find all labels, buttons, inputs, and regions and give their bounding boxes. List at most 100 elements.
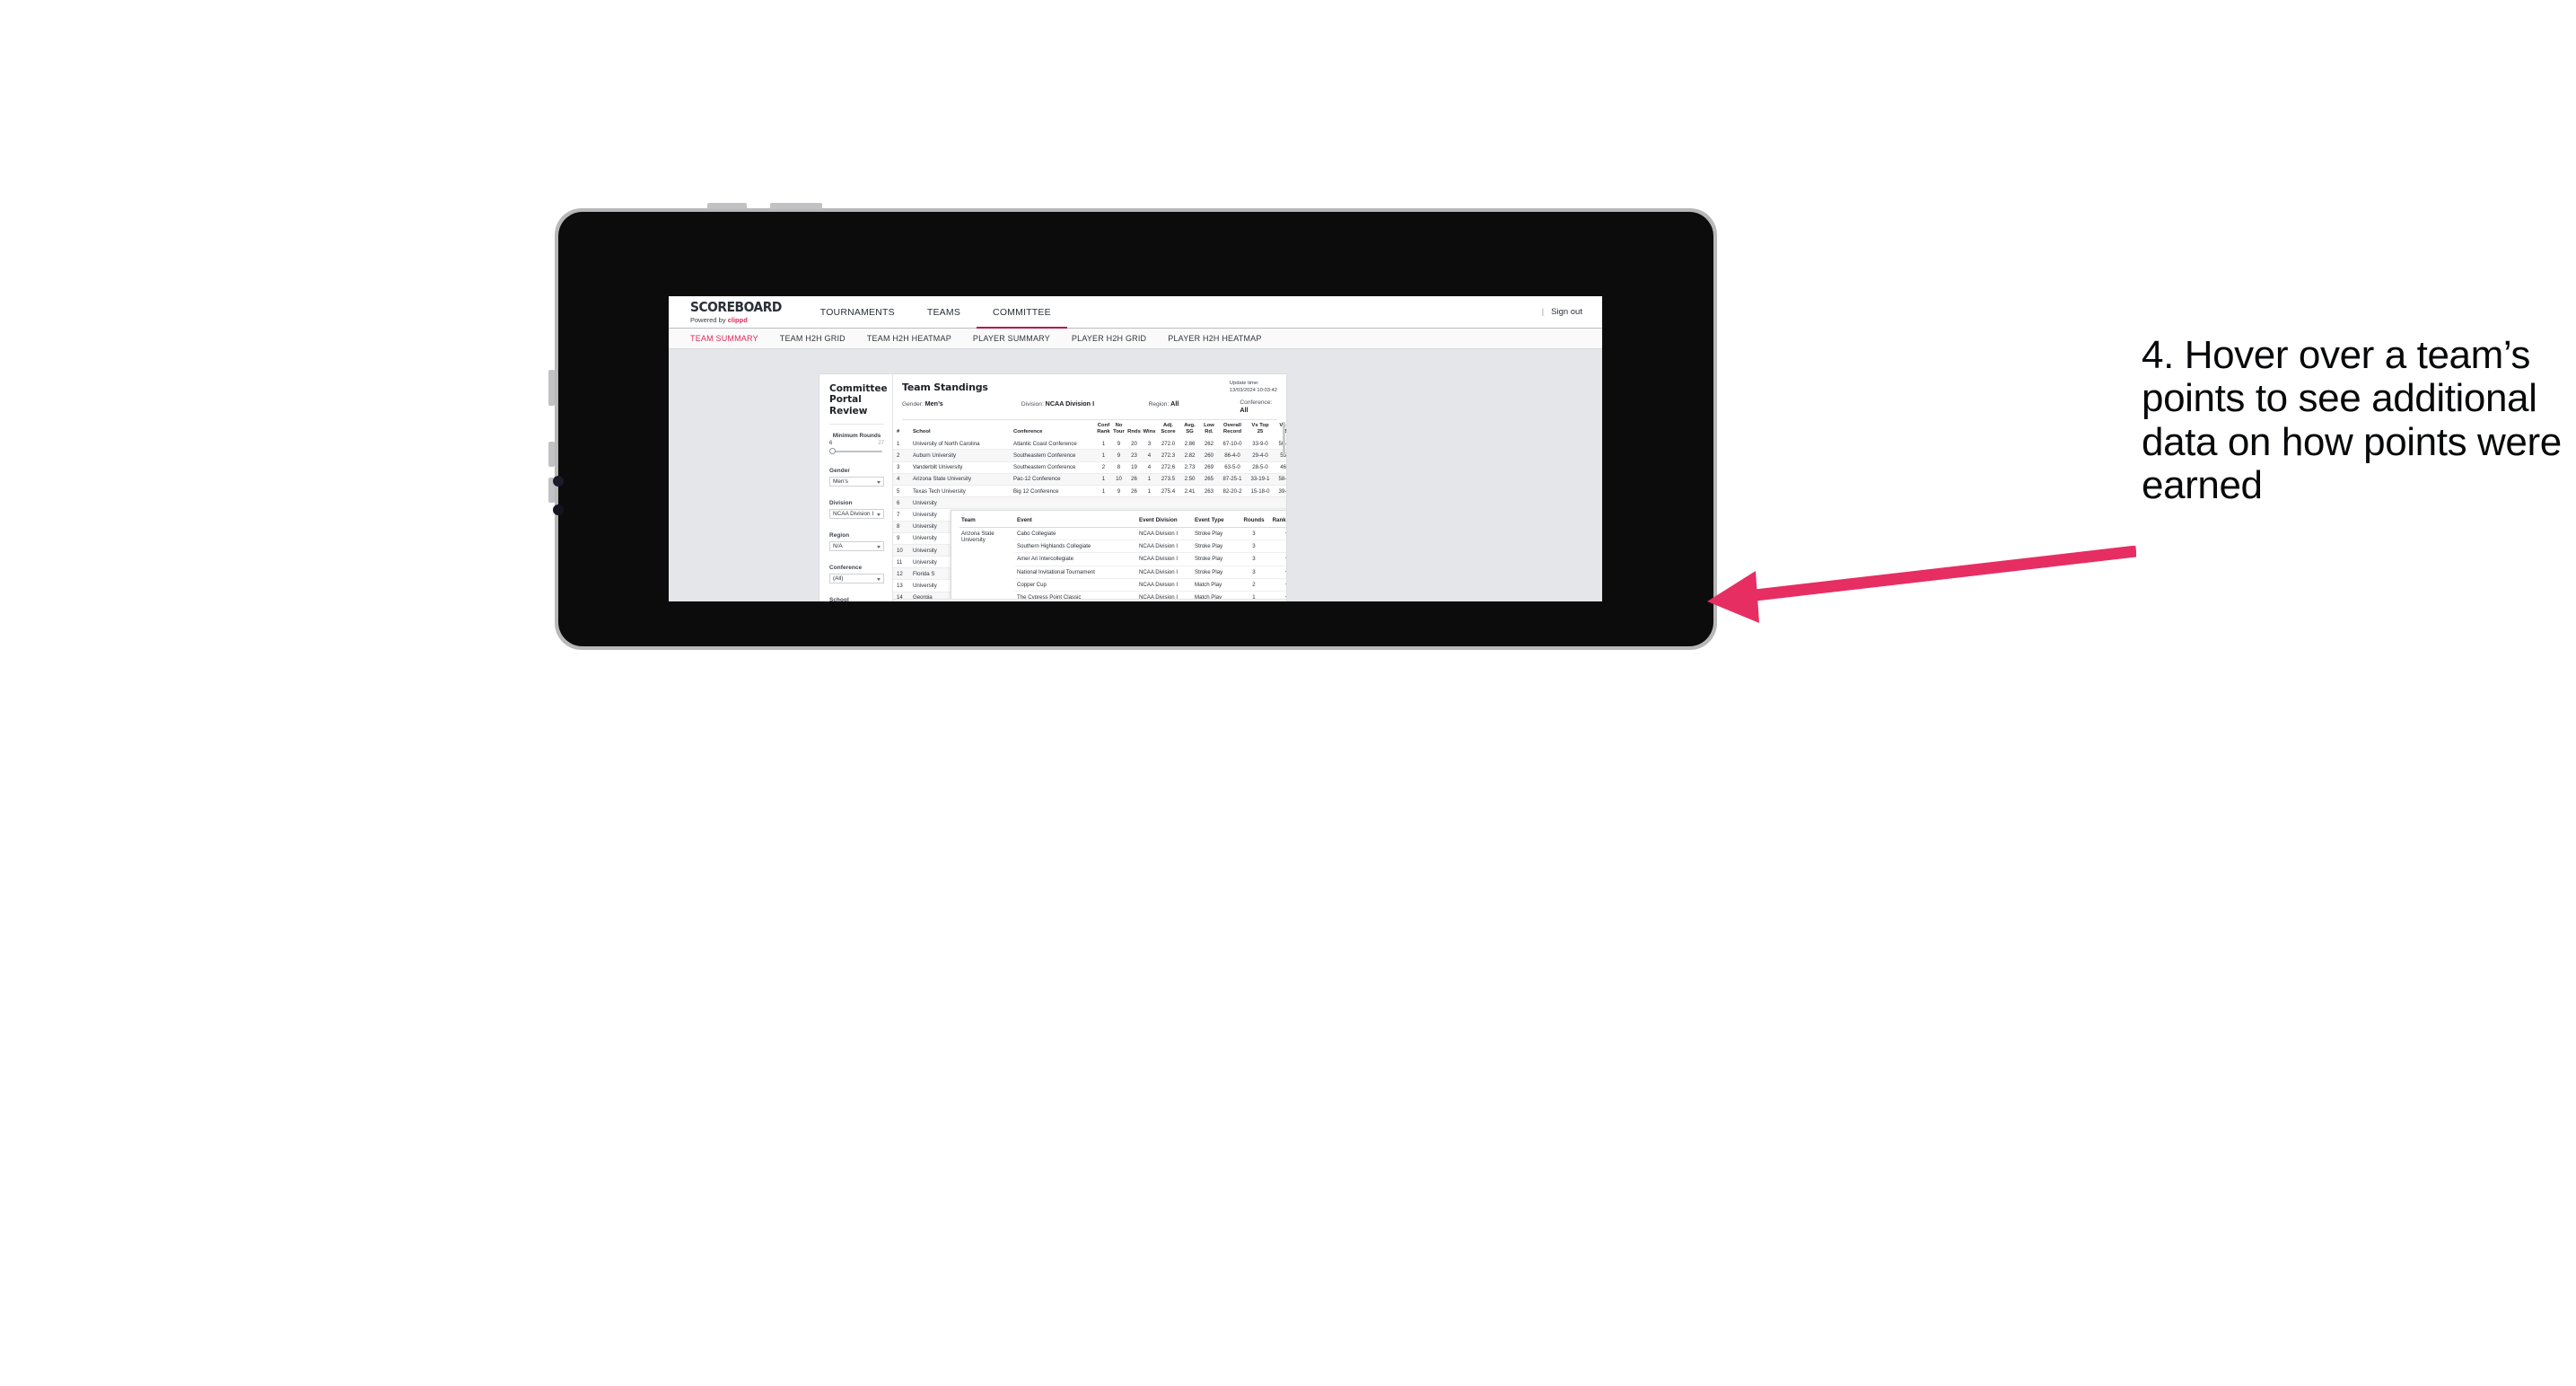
viz-inner: Committee Portal Review Minimum Rounds 6… [819, 374, 1286, 601]
points-hover-tooltip: Team Event Event Division Event Type Rou… [951, 510, 1286, 599]
col-low-rd[interactable]: Low Rd. [1200, 420, 1218, 438]
nav-right-group: | Sign out [1542, 296, 1602, 328]
cell-conference [1010, 496, 1096, 510]
cell-rnds: 26 [1126, 473, 1142, 486]
col-rnds[interactable]: Rnds [1126, 420, 1142, 438]
tab-team-summary[interactable]: TEAM SUMMARY [690, 334, 758, 343]
table-row[interactable]: 5 Texas Tech University Big 12 Conference 1… [893, 485, 1286, 498]
minimum-rounds-slider[interactable] [829, 447, 884, 455]
cell-low_rd: 260 [1200, 449, 1218, 462]
cell-low_rd: 269 [1200, 461, 1218, 474]
region-filter-value: N/A [833, 543, 843, 550]
col-adj-score[interactable]: Adj. Score [1157, 420, 1179, 438]
region-filter-select[interactable]: N/A [829, 541, 884, 552]
table-row[interactable]: 2 Auburn University Southeastern Conferenc… [893, 449, 1286, 462]
cell-school: University of North Carolina [909, 438, 1010, 451]
division-filter-select[interactable]: NCAA Division I [829, 509, 884, 520]
cell-avg_sg [1179, 496, 1200, 510]
cell-overall: 82-20-2 [1218, 485, 1247, 498]
filter-sidebar: Committee Portal Review Minimum Rounds 6… [819, 374, 893, 601]
cell-rank: 10 [893, 544, 909, 557]
tab-player-summary[interactable]: PLAYER SUMMARY [973, 334, 1050, 343]
cell-low_rd: 262 [1200, 438, 1218, 451]
conference-filter-select[interactable]: (All) [829, 574, 884, 584]
cell-conf_rank: 1 [1096, 485, 1111, 498]
cell-low_rd: 263 [1200, 485, 1218, 498]
tab-team-h2h-heatmap[interactable]: TEAM H2H HEATMAP [867, 334, 951, 343]
slider-handle[interactable] [829, 448, 836, 455]
col-conference[interactable]: Conference [1010, 420, 1096, 438]
school-filter-label: School [829, 597, 849, 601]
cell-rank: 11 [893, 556, 909, 569]
tooltip-event-type: Match Play [1193, 591, 1240, 599]
tooltip-event-division: NCAA Division I [1137, 539, 1193, 554]
cell-adj_score: 273.5 [1157, 473, 1179, 486]
tip-col-rank-impact: Rank Impact [1268, 515, 1286, 528]
col-wins[interactable]: Wins [1142, 420, 1157, 438]
cell-school: Auburn University [909, 449, 1010, 462]
division-filter-label: Division [829, 500, 853, 507]
device-camera-dot [553, 476, 564, 487]
tooltip-rank-impact: + 1 [1268, 552, 1286, 566]
cell-adj_score: 275.4 [1157, 485, 1179, 498]
table-row[interactable]: 6 University [893, 496, 1286, 510]
tooltip-event: Southern Highlands Collegiate [1015, 539, 1137, 554]
col-rank[interactable]: # [893, 420, 909, 438]
table-row[interactable]: 4 Arizona State University Pac-12 Conferen… [893, 473, 1286, 486]
table-row[interactable]: 1 University of North Carolina Atlantic Co… [893, 438, 1286, 451]
cell-adj_score: 272.3 [1157, 449, 1179, 462]
brand-logo[interactable]: SCOREBOARD Powered by clippd [669, 296, 804, 328]
update-time-value: 13/03/2024 10:03:42 [1229, 387, 1277, 393]
col-overall-record[interactable]: Overall Record [1218, 420, 1247, 438]
cell-rank: 14 [893, 592, 909, 599]
panel-title-line2: Portal Review [829, 394, 868, 417]
tooltip-event: Cabo Collegiate [1015, 527, 1137, 541]
table-vertical-scrollbar[interactable] [1283, 422, 1285, 456]
sign-out-link[interactable]: Sign out [1551, 307, 1582, 317]
chevron-down-icon [877, 480, 881, 484]
col-school[interactable]: School [909, 420, 1010, 438]
cell-vs25: 33-19-1 [1247, 473, 1274, 486]
col-vs-top-25[interactable]: Vs Top 25 [1247, 420, 1274, 438]
gender-filter-select[interactable]: Men’s [829, 477, 884, 487]
app-top-navigation: SCOREBOARD Powered by clippd TOURNAMENTS… [669, 296, 1602, 329]
cell-adj_score: 272.6 [1157, 461, 1179, 474]
cell-vs50: 58-24-1 [1274, 473, 1286, 486]
cell-conference: Southeastern Conference [1010, 449, 1096, 462]
cell-vs25: 15-18-0 [1247, 485, 1274, 498]
cell-school: Arizona State University [909, 473, 1010, 486]
slider-max-value: 27 [878, 441, 884, 447]
cell-conference: Atlantic Coast Conference [1010, 438, 1096, 451]
nav-item-teams[interactable]: TEAMS [911, 296, 977, 328]
cell-avg_sg: 2.41 [1179, 485, 1200, 498]
viz-bottom-toolbar: View: Original Watch [893, 599, 1286, 601]
cell-rank: 4 [893, 473, 909, 486]
standings-table-wrapper[interactable]: # School Conference Conf Rank No Tour Rnds… [893, 420, 1286, 599]
tip-col-event-division: Event Division [1137, 515, 1193, 528]
tab-team-h2h-grid[interactable]: TEAM H2H GRID [780, 334, 846, 343]
tooltip-team-name: Arizona State University [961, 531, 994, 544]
slider-min-value: 6 [829, 441, 833, 447]
cell-no_tour: 9 [1111, 438, 1126, 451]
update-time-label: Update time: [1229, 381, 1259, 386]
col-avg-sg[interactable]: Avg. SG [1179, 420, 1200, 438]
nav-item-tournaments[interactable]: TOURNAMENTS [804, 296, 911, 328]
table-row[interactable]: 3 Vanderbilt University Southeastern Confe… [893, 461, 1286, 474]
tab-player-h2h-grid[interactable]: PLAYER H2H GRID [1072, 334, 1146, 343]
cell-school: Vanderbilt University [909, 461, 1010, 474]
viz-container: Committee Portal Review Minimum Rounds 6… [819, 374, 1286, 601]
cell-rank: 7 [893, 508, 909, 522]
cell-vs50: 39-27-0 [1274, 485, 1286, 498]
brand-tagline: Powered by clippd [690, 315, 748, 324]
tab-player-h2h-heatmap[interactable]: PLAYER H2H HEATMAP [1168, 334, 1261, 343]
tooltip-rounds: 3 [1240, 527, 1268, 541]
viz-main-panel: Team Standings Update time: 13/03/2024 1… [893, 374, 1286, 601]
cell-no_tour: 9 [1111, 485, 1126, 498]
col-conf-rank[interactable]: Conf Rank [1096, 420, 1111, 438]
tooltip-event-type: Stroke Play [1193, 539, 1240, 554]
tip-col-team: Team [959, 515, 1015, 528]
cell-conf_rank: 2 [1096, 461, 1111, 474]
nav-item-committee[interactable]: COMMITTEE [977, 296, 1067, 329]
col-no-tour[interactable]: No Tour [1111, 420, 1126, 438]
cell-rnds: 23 [1126, 449, 1142, 462]
